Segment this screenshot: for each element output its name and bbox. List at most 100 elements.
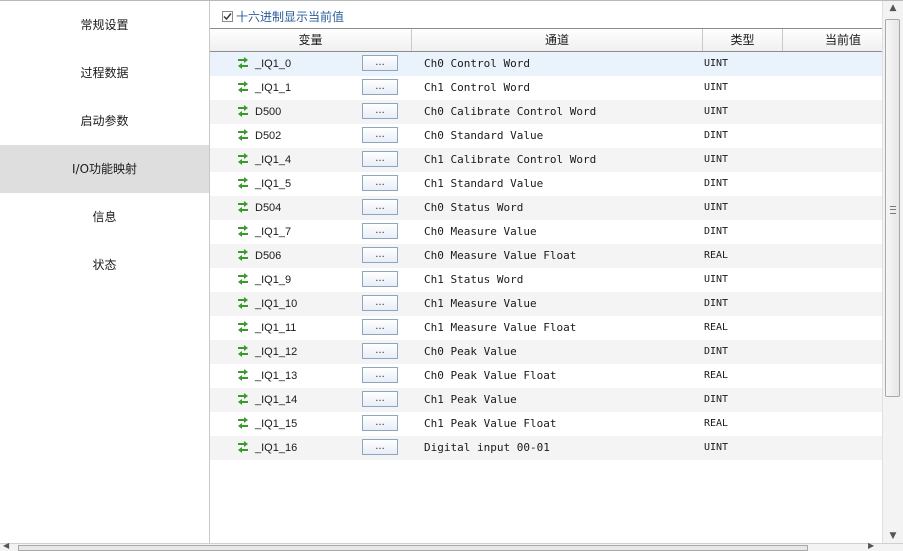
type-cell: DINT xyxy=(704,226,729,237)
vertical-scroll-thumb[interactable] xyxy=(885,19,900,397)
table-row[interactable]: D502... Ch0 Standard Value DINT xyxy=(210,124,882,148)
variable-cell[interactable]: _IQ1_14 xyxy=(255,388,297,412)
browse-variable-button[interactable]: ... xyxy=(362,175,398,191)
variable-cell[interactable]: _IQ1_13 xyxy=(255,364,297,388)
sidebar-item-general-settings[interactable]: 常规设置 xyxy=(0,1,209,49)
table-row[interactable]: D500... Ch0 Calibrate Control Word UINT xyxy=(210,100,882,124)
type-cell: REAL xyxy=(704,322,729,333)
hex-display-checkbox[interactable] xyxy=(222,10,233,22)
sync-arrows-icon xyxy=(238,441,248,453)
variable-cell[interactable]: _IQ1_1 xyxy=(255,76,291,100)
vertical-scrollbar[interactable]: ▲ ▼ xyxy=(882,1,903,543)
sync-arrows-icon xyxy=(238,57,248,69)
browse-variable-button[interactable]: ... xyxy=(362,319,398,335)
browse-variable-button[interactable]: ... xyxy=(362,79,398,95)
table-row[interactable]: _IQ1_15... Ch1 Peak Value Float REAL xyxy=(210,412,882,436)
browse-variable-button[interactable]: ... xyxy=(362,199,398,215)
sync-arrows-icon xyxy=(238,105,248,117)
browse-variable-button[interactable]: ... xyxy=(362,127,398,143)
variable-cell[interactable]: D504 xyxy=(255,196,281,220)
type-cell: UINT xyxy=(704,154,729,165)
browse-variable-button[interactable]: ... xyxy=(362,391,398,407)
horizontal-scroll-thumb[interactable] xyxy=(18,545,808,551)
table-row[interactable]: _IQ1_10... Ch1 Measure Value DINT xyxy=(210,292,882,316)
browse-variable-button[interactable]: ... xyxy=(362,343,398,359)
variable-cell[interactable]: D506 xyxy=(255,244,281,268)
scroll-down-arrow-icon[interactable]: ▼ xyxy=(883,529,903,543)
table-row[interactable]: _IQ1_0... Ch0 Control Word UINT xyxy=(210,52,882,76)
browse-variable-button[interactable]: ... xyxy=(362,367,398,383)
hex-display-label: 十六进制显示当前值 xyxy=(236,9,345,24)
variable-cell[interactable]: _IQ1_5 xyxy=(255,172,291,196)
browse-variable-button[interactable]: ... xyxy=(362,271,398,287)
channel-cell: Ch0 Peak Value xyxy=(424,345,517,358)
column-header-type[interactable]: 类型 xyxy=(703,29,783,51)
channel-cell: Ch0 Status Word xyxy=(424,201,524,214)
checkmark-icon xyxy=(223,12,232,20)
column-header-variable[interactable]: 变量 xyxy=(210,29,412,51)
column-header-current-value[interactable]: 当前值 xyxy=(783,29,882,51)
sync-arrows-icon xyxy=(238,177,248,189)
browse-variable-button[interactable]: ... xyxy=(362,151,398,167)
browse-variable-button[interactable]: ... xyxy=(362,247,398,263)
variable-cell[interactable]: _IQ1_12 xyxy=(255,340,297,364)
type-cell: DINT xyxy=(704,346,729,357)
sync-arrows-icon xyxy=(238,153,248,165)
channel-cell: Ch1 Calibrate Control Word xyxy=(424,153,597,166)
browse-variable-button[interactable]: ... xyxy=(362,295,398,311)
table-row[interactable]: _IQ1_14... Ch1 Peak Value DINT xyxy=(210,388,882,412)
browse-variable-button[interactable]: ... xyxy=(362,223,398,239)
table-row[interactable]: D506... Ch0 Measure Value Float REAL xyxy=(210,244,882,268)
browse-variable-button[interactable]: ... xyxy=(362,415,398,431)
sidebar-item-status[interactable]: 状态 xyxy=(0,241,209,289)
scroll-left-arrow-icon[interactable]: ◀ xyxy=(3,541,9,550)
browse-variable-button[interactable]: ... xyxy=(362,55,398,71)
type-cell: DINT xyxy=(704,298,729,309)
table-row[interactable]: _IQ1_1... Ch1 Control Word UINT xyxy=(210,76,882,100)
table-row[interactable]: _IQ1_16... Digital input 00-01 UINT xyxy=(210,436,882,460)
browse-variable-button[interactable]: ... xyxy=(362,103,398,119)
sync-arrows-icon xyxy=(238,225,248,237)
column-header-channel[interactable]: 通道 xyxy=(412,29,703,51)
type-cell: REAL xyxy=(704,418,729,429)
scroll-right-arrow-icon[interactable]: ▶ xyxy=(868,541,874,550)
type-cell: UINT xyxy=(704,82,729,93)
sidebar-item-io-mapping[interactable]: I/O功能映射 xyxy=(0,145,209,193)
sync-arrows-icon xyxy=(238,321,248,333)
table-row[interactable]: _IQ1_5... Ch1 Standard Value DINT xyxy=(210,172,882,196)
table-row[interactable]: _IQ1_12... Ch0 Peak Value DINT xyxy=(210,340,882,364)
table-row[interactable]: D504... Ch0 Status Word UINT xyxy=(210,196,882,220)
variable-cell[interactable]: D502 xyxy=(255,124,281,148)
sidebar-item-information[interactable]: 信息 xyxy=(0,193,209,241)
variable-cell[interactable]: _IQ1_10 xyxy=(255,292,297,316)
type-cell: DINT xyxy=(704,178,729,189)
variable-cell[interactable]: _IQ1_9 xyxy=(255,268,291,292)
variable-cell[interactable]: D500 xyxy=(255,100,281,124)
variable-cell[interactable]: _IQ1_7 xyxy=(255,220,291,244)
table-row[interactable]: _IQ1_4... Ch1 Calibrate Control Word UINT xyxy=(210,148,882,172)
scroll-up-arrow-icon[interactable]: ▲ xyxy=(883,1,903,15)
table-body: _IQ1_0... Ch0 Control Word UINT _IQ1_1... Ch… xyxy=(210,52,882,460)
table-row[interactable]: _IQ1_11... Ch1 Measure Value Float REAL xyxy=(210,316,882,340)
channel-cell: Ch1 Status Word xyxy=(424,273,524,286)
variable-cell[interactable]: _IQ1_4 xyxy=(255,148,291,172)
sidebar-item-startup-parameters[interactable]: 启动参数 xyxy=(0,97,209,145)
io-mapping-table: 变量 通道 类型 当前值 _IQ1_0... Ch0 Control Word UI… xyxy=(210,28,882,460)
sync-arrows-icon xyxy=(238,249,248,261)
table-row[interactable]: _IQ1_13... Ch0 Peak Value Float REAL xyxy=(210,364,882,388)
variable-cell[interactable]: _IQ1_15 xyxy=(255,412,297,436)
hex-display-option[interactable]: 十六进制显示当前值 xyxy=(222,8,344,24)
table-row[interactable]: _IQ1_7... Ch0 Measure Value DINT xyxy=(210,220,882,244)
type-cell: UINT xyxy=(704,106,729,117)
browse-variable-button[interactable]: ... xyxy=(362,439,398,455)
sync-arrows-icon xyxy=(238,297,248,309)
variable-cell[interactable]: _IQ1_16 xyxy=(255,436,297,460)
table-row[interactable]: _IQ1_9... Ch1 Status Word UINT xyxy=(210,268,882,292)
type-cell: DINT xyxy=(704,394,729,405)
horizontal-scrollbar[interactable]: ◀ ▶ xyxy=(0,541,903,551)
variable-cell[interactable]: _IQ1_0 xyxy=(255,52,291,76)
variable-cell[interactable]: _IQ1_11 xyxy=(255,316,296,340)
channel-cell: Ch0 Calibrate Control Word xyxy=(424,105,597,118)
sidebar-item-process-data[interactable]: 过程数据 xyxy=(0,49,209,97)
channel-cell: Ch1 Peak Value xyxy=(424,393,517,406)
